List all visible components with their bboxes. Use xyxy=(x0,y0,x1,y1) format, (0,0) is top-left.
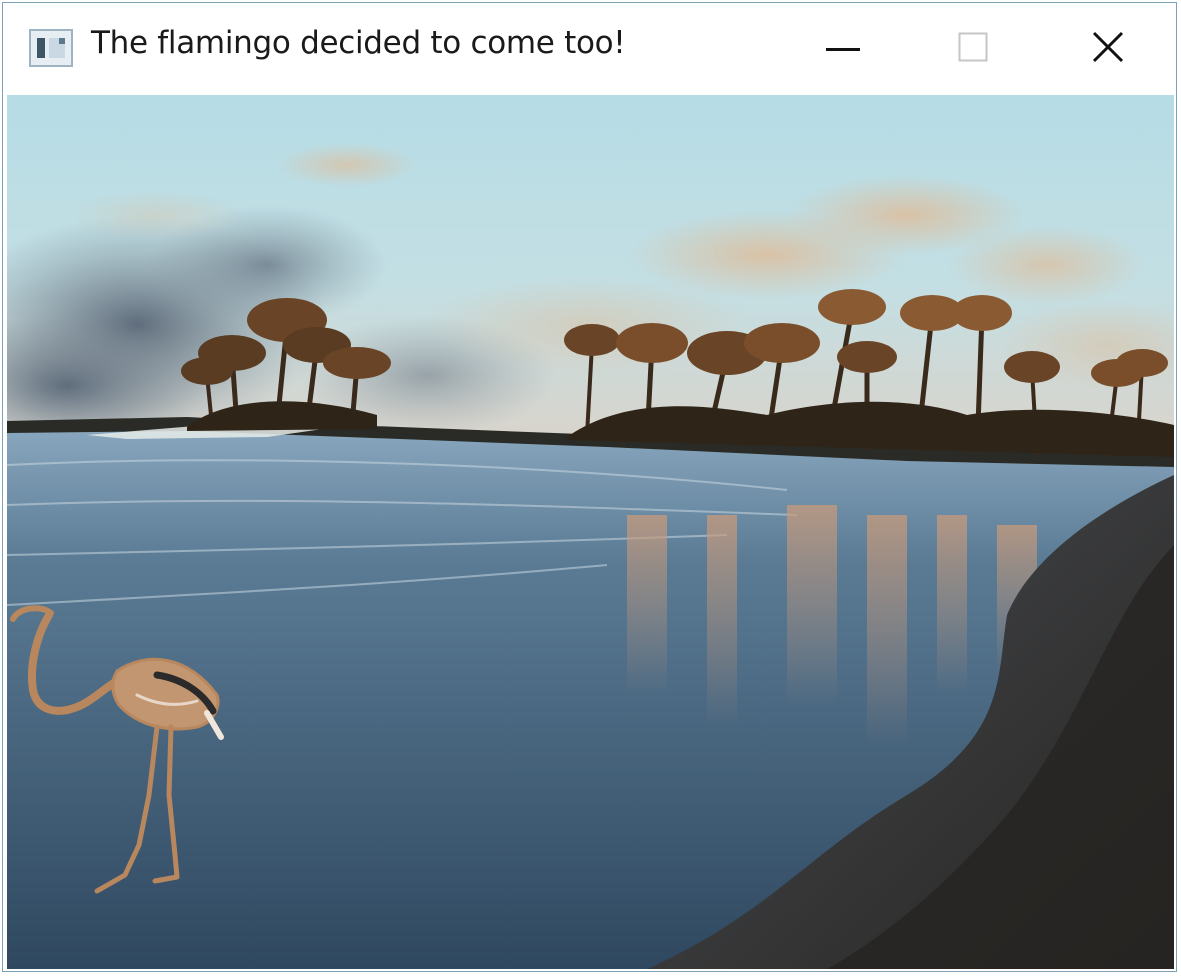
maximize-button[interactable] xyxy=(908,3,1038,95)
scene-canvas[interactable] xyxy=(7,95,1174,969)
window-title: The flamingo decided to come too! xyxy=(91,25,626,61)
close-icon xyxy=(1092,31,1124,68)
app-window-icon xyxy=(29,29,73,67)
minimize-icon xyxy=(826,40,860,58)
minimize-button[interactable] xyxy=(778,3,908,95)
maximize-icon xyxy=(958,32,988,67)
app-window: The flamingo decided to come too! xyxy=(2,2,1177,972)
close-button[interactable] xyxy=(1043,3,1173,95)
title-bar[interactable]: The flamingo decided to come too! xyxy=(3,3,1176,95)
